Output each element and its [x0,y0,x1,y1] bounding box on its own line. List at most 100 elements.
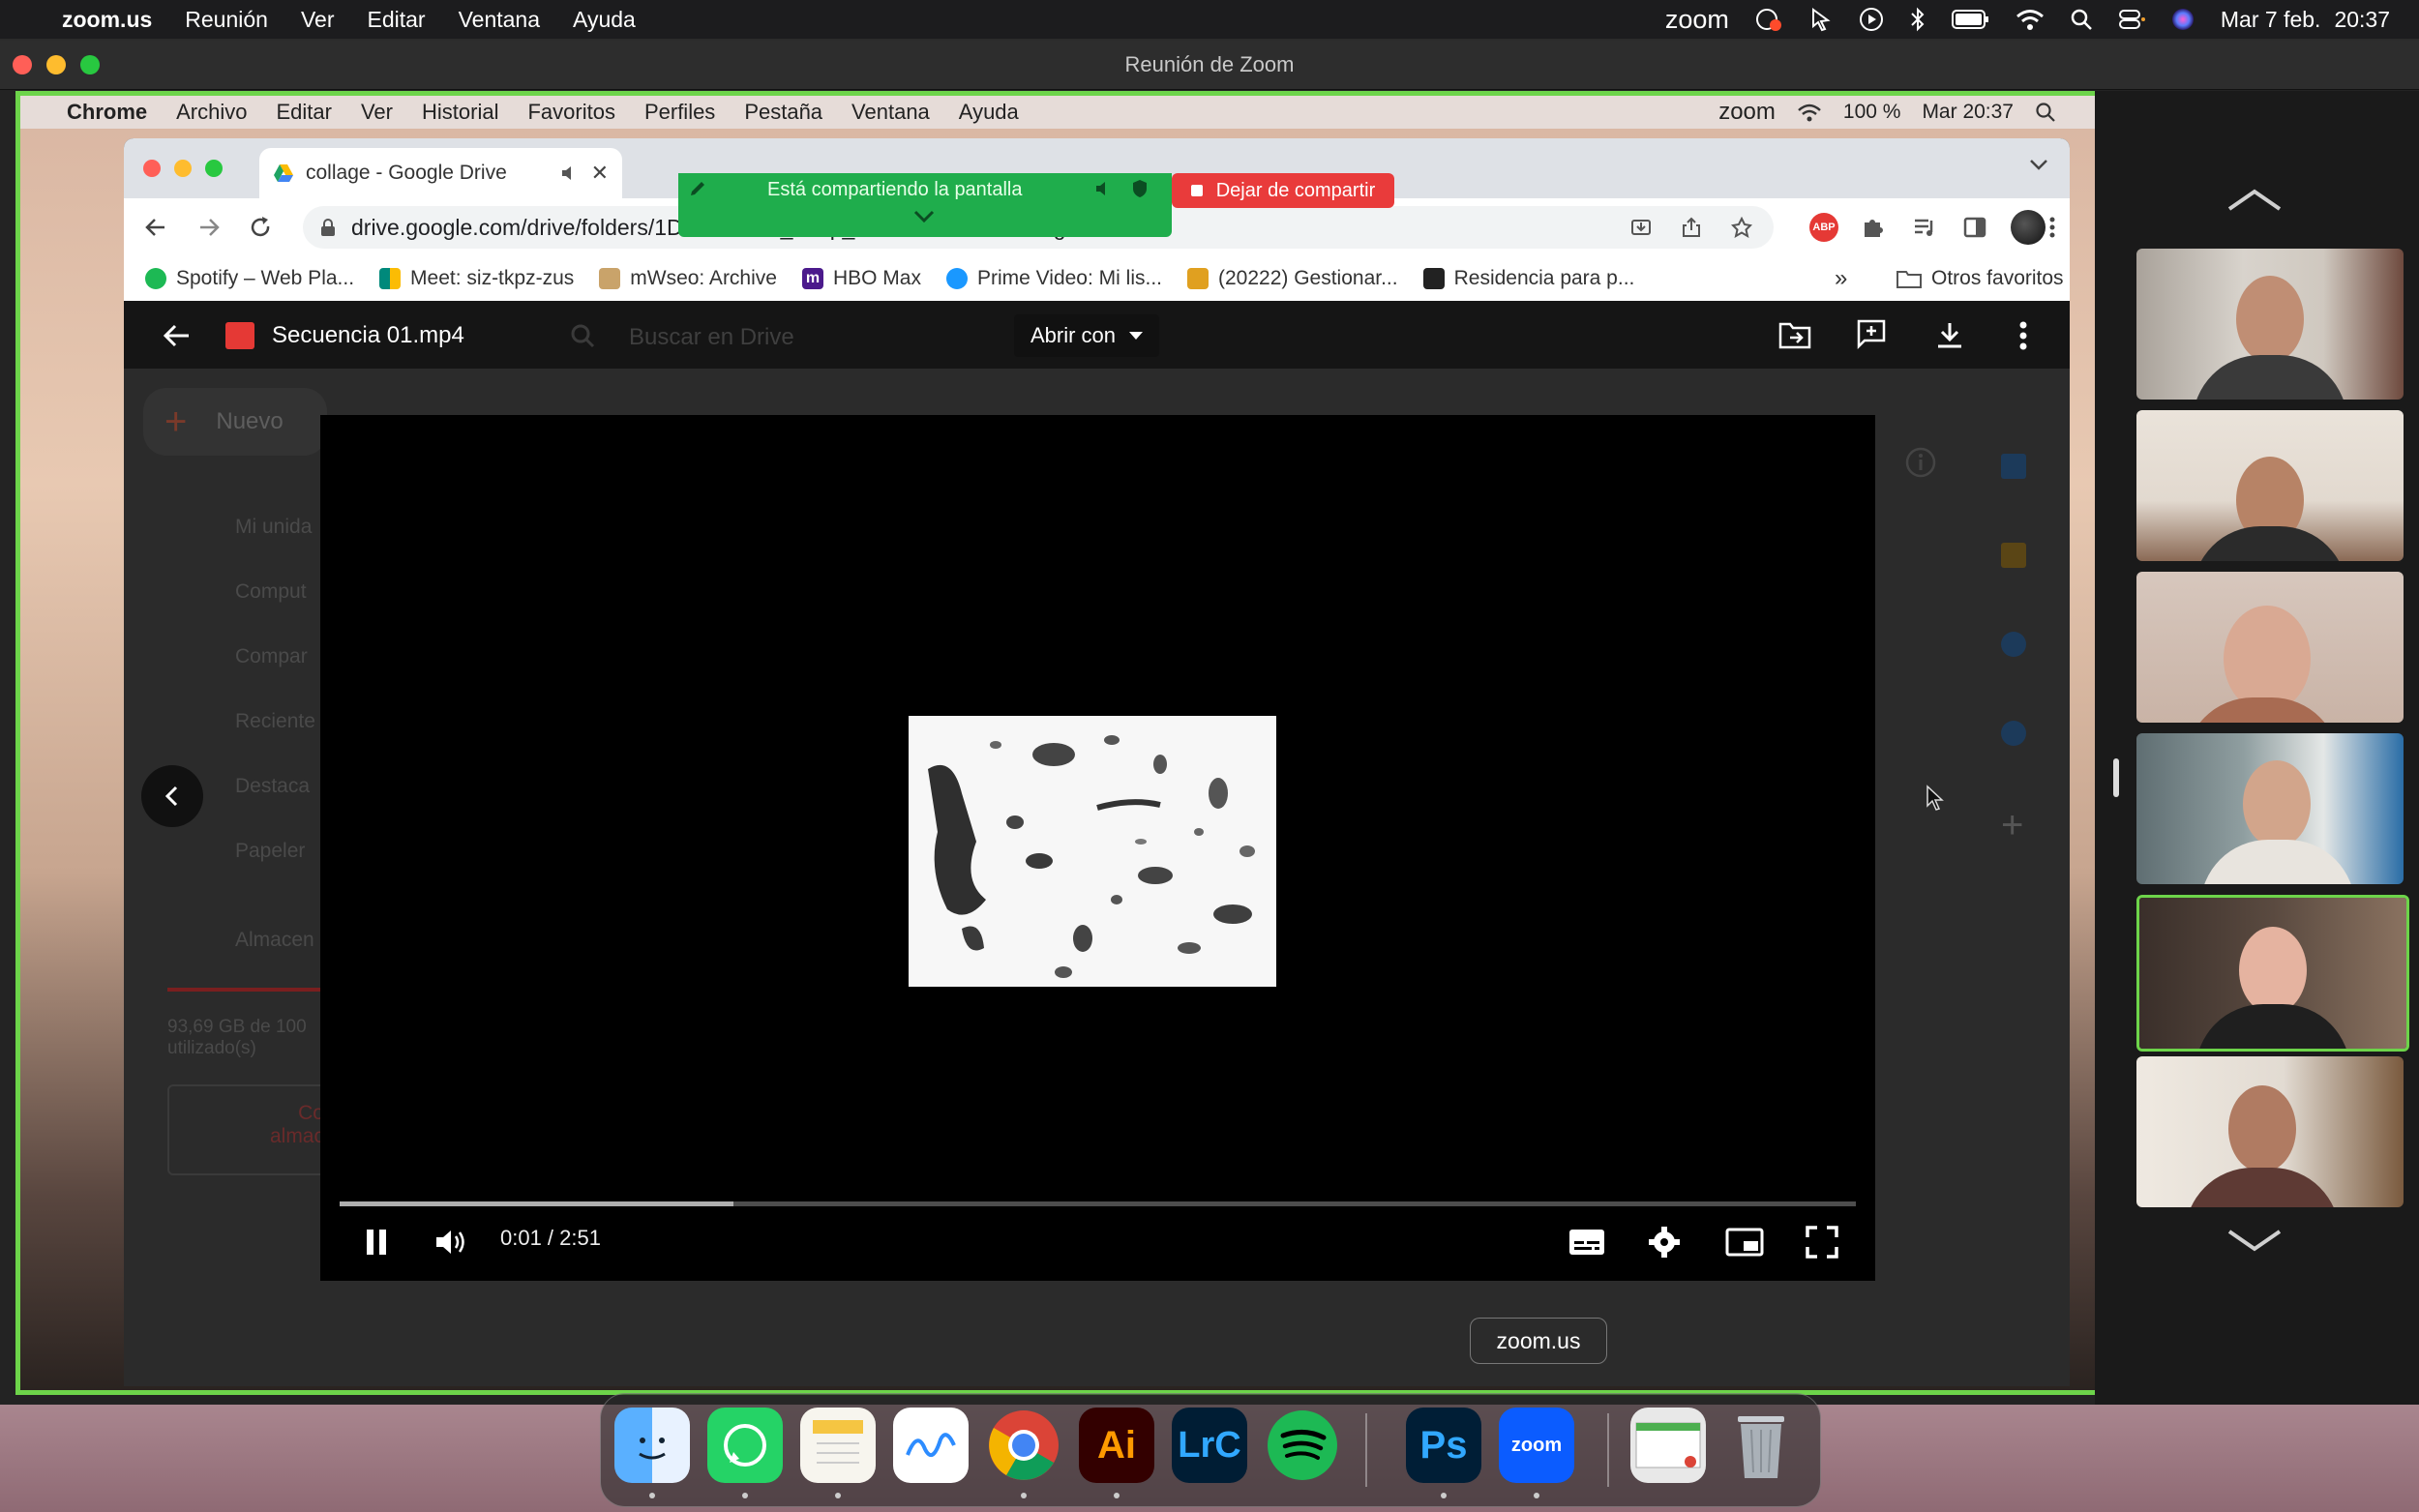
menubar-date[interactable]: Mar 7 feb. [2221,7,2321,33]
video-player: 0:01 / 2:51 [320,415,1875,1281]
panel-resize-handle[interactable] [2113,758,2119,797]
more-options-icon [2018,320,2028,351]
photoshop-icon[interactable]: Ps [1406,1408,1481,1483]
open-with-label: Abrir con [1030,323,1117,347]
other-bookmarks: Otros favoritos [1896,267,2064,290]
menu-ayuda[interactable]: Ayuda [573,7,636,33]
bookmark-hbo: m HBO Max [801,267,921,290]
illustrator-icon[interactable]: Ai [1079,1408,1154,1483]
storage-button-line2: almac [269,1125,324,1147]
siri-icon[interactable] [2170,7,2195,32]
plus-icon: + [164,400,188,443]
add-comment-icon [1856,318,1887,349]
running-indicator [1114,1493,1120,1498]
menubar-time[interactable]: 20:37 [2334,7,2390,33]
shared-wifi-icon [1797,103,1822,122]
zoom-status-icon[interactable]: zoom [1665,5,1729,35]
sidebar-item: Compar [235,645,308,667]
participant-video[interactable] [2136,410,2404,561]
reload-icon [248,215,273,240]
freeform-icon[interactable] [893,1408,969,1483]
running-indicator [742,1493,748,1498]
menu-ventana[interactable]: Ventana [459,7,540,33]
shared-menu-editar: Editar [276,100,332,124]
prev-file-button [141,765,203,827]
zoom-app-icon[interactable]: zoom [1499,1408,1574,1483]
video-progress-fill [340,1201,734,1206]
gestionar-icon [1186,268,1209,289]
storage-item: Almacen [235,929,314,951]
play-icon[interactable] [1859,7,1884,32]
zoom-close-button[interactable] [13,55,32,74]
bookmarks-overflow: » [1835,265,1848,291]
share-audio-icon[interactable] [1094,179,1114,198]
participant-video[interactable] [2136,249,2404,400]
sharing-status-pill: Está compartiendo la pantalla [678,173,1172,237]
menu-ver[interactable]: Ver [301,7,335,33]
running-indicator [1441,1493,1447,1498]
annotate-icon[interactable] [688,179,707,198]
lightroom-classic-icon[interactable]: LrC [1172,1408,1247,1483]
lock-icon [320,218,336,237]
sidebar-item: Reciente [235,710,315,732]
chrome-icon[interactable] [986,1408,1061,1483]
storage-used-line2: utilizado(s) [167,1038,256,1058]
shared-datetime: Mar 20:37 [1922,101,2014,123]
mouse-pointer-icon [1926,785,1945,812]
trash-icon[interactable] [1723,1408,1799,1483]
sidebar-item: Mi unida [235,516,313,538]
zoom-meeting-window: Reunión de Zoom Chrome Archivo Editar Ve… [0,41,2419,1405]
bookmark-gestionar: (20222) Gestionar... [1186,267,1398,290]
participant-face [2243,760,2311,847]
video-time: 0:01 / 2:51 [500,1226,601,1250]
open-with-button: Abrir con [1014,314,1159,357]
bluetooth-icon[interactable] [1909,7,1926,32]
wifi-icon[interactable] [2016,8,2045,31]
security-shield-icon[interactable] [1131,179,1149,198]
notes-icon[interactable] [800,1408,876,1483]
participant-video-active-speaker[interactable] [2136,895,2409,1052]
participant-face [2239,927,2307,1014]
tab-close-icon: ✕ [590,161,609,185]
prime-video-icon [945,268,968,289]
info-icon [1904,446,1937,479]
archive-thumbnail-icon [599,268,621,289]
search-icon [569,322,596,349]
minimized-chrome-window-icon[interactable] [1630,1408,1706,1483]
control-center-icon[interactable] [2118,8,2145,31]
participant-video[interactable] [2136,572,2404,723]
drive-viewer: + Nuevo Mi unida Comput Compar Reciente … [124,301,2070,1386]
screen-share-icon[interactable] [1754,7,1783,32]
menu-editar[interactable]: Editar [368,7,426,33]
shared-menu-ayuda: Ayuda [958,100,1019,124]
banner-expand-chevron-icon[interactable] [913,210,935,223]
whatsapp-icon[interactable] [707,1408,783,1483]
menu-reunion[interactable]: Reunión [185,7,268,33]
bookmark-label: Prime Video: Mi lis... [976,267,1162,289]
spotify-icon[interactable] [1265,1408,1340,1483]
scroll-up-chevron-icon[interactable] [2225,188,2284,213]
zoom-minimize-button[interactable] [46,55,66,74]
finder-icon[interactable] [614,1408,690,1483]
extensions-puzzle-icon [1861,215,1886,240]
chrome-close-button [143,160,161,177]
participant-video[interactable] [2136,1056,2404,1207]
running-indicator [649,1493,655,1498]
battery-icon[interactable] [1951,9,1990,30]
participant-video[interactable] [2136,733,2404,884]
shared-menu-historial: Historial [422,100,499,124]
bookmark-label: Spotify – Web Pla... [176,267,355,289]
menu-app-name[interactable]: zoom.us [62,7,152,33]
storage-used-text: 93,69 GB de 100 utilizado(s) [167,1017,307,1059]
stop-sharing-button[interactable]: Dejar de compartir [1172,173,1394,208]
bookmark-mwseo: mWseo: Archive [599,267,777,290]
adblock-extension-icon: ABP [1809,213,1838,242]
scroll-down-chevron-icon[interactable] [2225,1228,2284,1253]
lightroom-label: LrC [1178,1424,1241,1466]
shared-menu-ver: Ver [360,100,393,124]
zoom-maximize-button[interactable] [80,55,100,74]
spotlight-search-icon[interactable] [2070,8,2093,31]
chrome-menu-icon [2047,215,2057,240]
sharing-banner: Está compartiendo la pantalla [678,173,1172,237]
cursor-tool-icon[interactable] [1808,7,1834,32]
